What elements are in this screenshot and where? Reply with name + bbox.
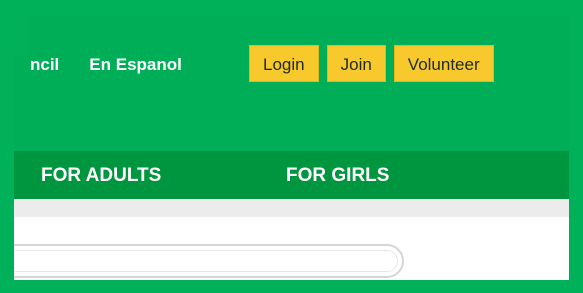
council-link[interactable]: ncil	[30, 55, 59, 75]
search-input-inner	[8, 250, 398, 272]
divider-strip	[8, 199, 575, 217]
nav-for-girls[interactable]: FOR GIRLS	[286, 165, 389, 187]
header-bar: ncil En Espanol Login Join Volunteer	[8, 10, 575, 151]
header-buttons: Login Join Volunteer	[249, 45, 494, 82]
page-frame: ncil En Espanol Login Join Volunteer FOR…	[8, 10, 575, 286]
join-button[interactable]: Join	[326, 45, 386, 82]
main-nav: FOR ADULTS FOR GIRLS	[8, 151, 575, 199]
utility-links: ncil En Espanol	[30, 55, 182, 75]
en-espanol-link[interactable]: En Espanol	[89, 55, 182, 75]
nav-for-adults[interactable]: FOR ADULTS	[41, 165, 161, 187]
search-input[interactable]	[8, 244, 404, 278]
volunteer-button[interactable]: Volunteer	[393, 45, 494, 82]
login-button[interactable]: Login	[249, 45, 319, 82]
corner-tab	[0, 0, 28, 56]
